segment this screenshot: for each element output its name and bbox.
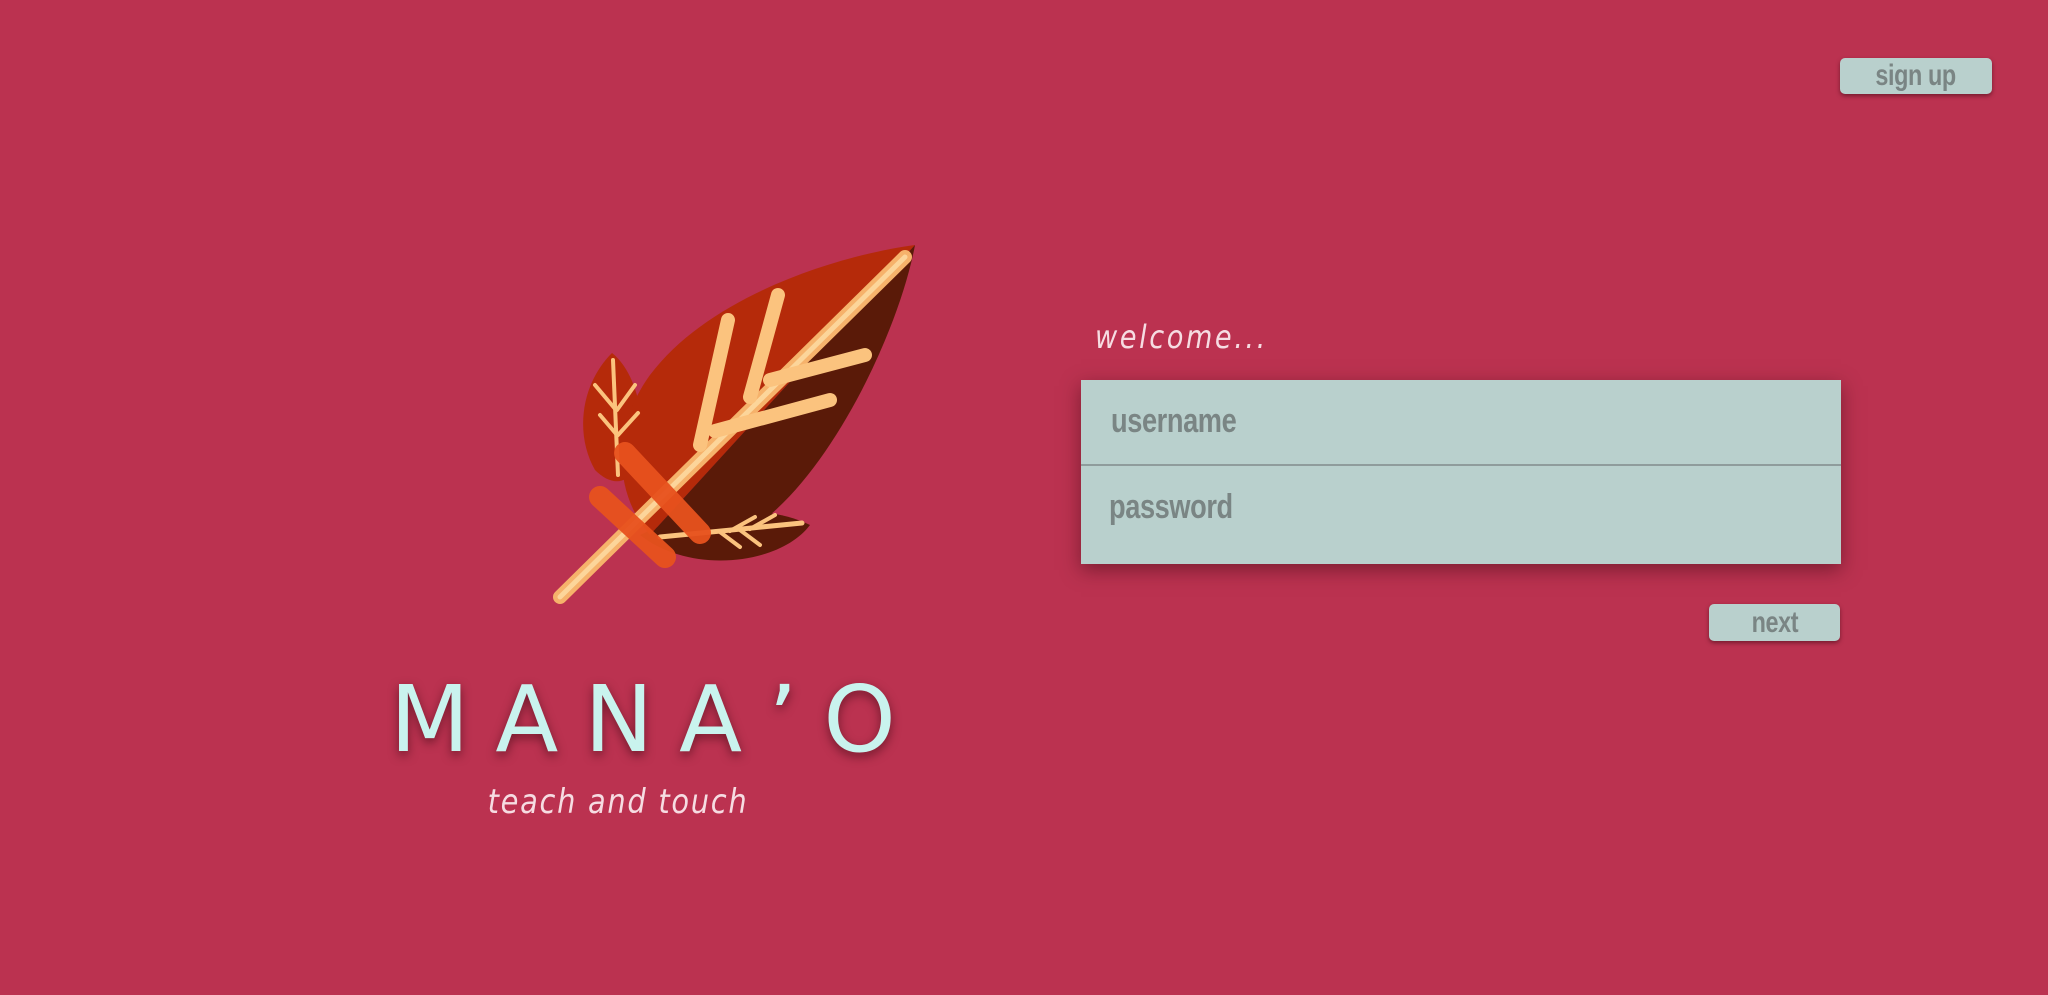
next-button[interactable]: next	[1709, 604, 1840, 641]
feather-leaf-icon	[553, 245, 915, 604]
next-label: next	[1751, 605, 1798, 639]
password-field[interactable]	[1081, 466, 1841, 564]
welcome-text: welcome...	[1095, 318, 1268, 356]
login-form: username password	[1081, 380, 1841, 564]
brand-name: MANA’O	[390, 666, 922, 773]
sign-up-label: sign up	[1875, 59, 1957, 92]
sign-up-button[interactable]: sign up	[1840, 58, 1992, 94]
username-field[interactable]	[1081, 380, 1841, 464]
brand-tagline: teach and touch	[487, 782, 749, 822]
